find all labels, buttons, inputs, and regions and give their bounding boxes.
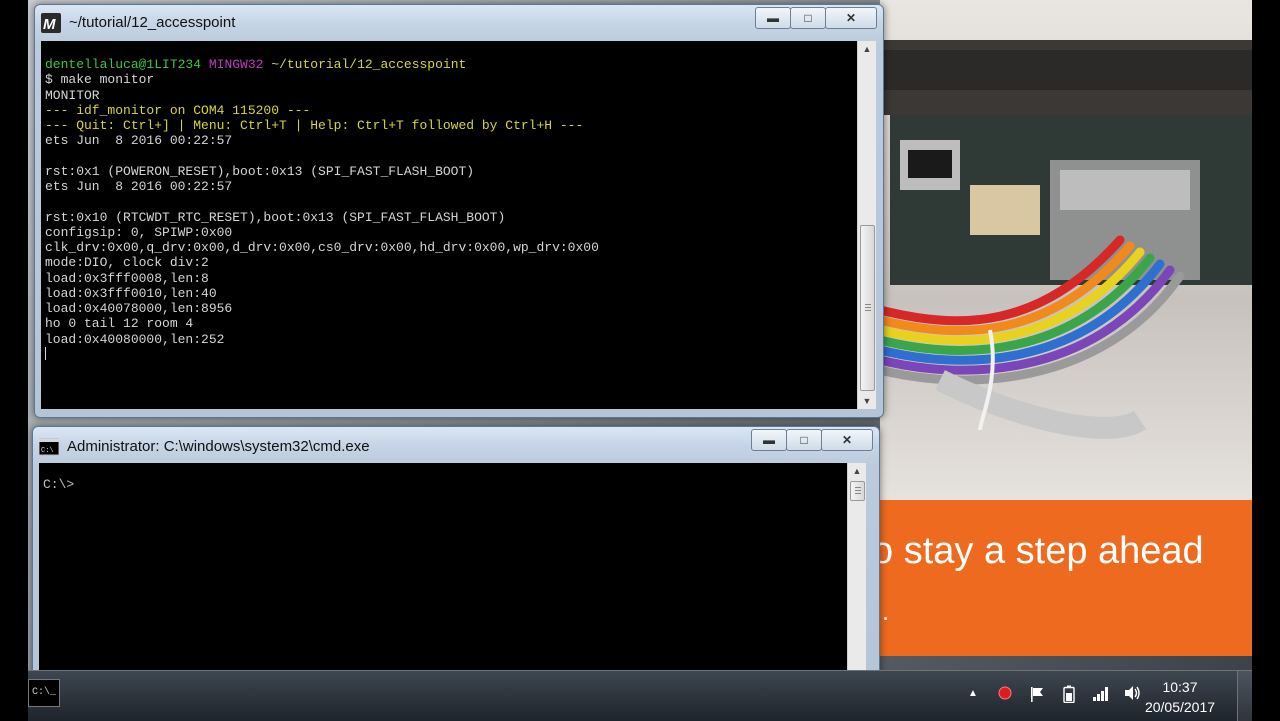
taskbar-cmd-button[interactable]: C:\_: [28, 679, 60, 707]
terminal-text: dentellaluca@1LIT234 MINGW32 ~/tutorial/…: [45, 57, 599, 362]
terminal-line: $ make monitor: [45, 72, 155, 88]
vertical-scrollbar[interactable]: ▲ ▼: [857, 41, 876, 409]
show-desktop-button[interactable]: [1237, 671, 1252, 721]
flag-icon[interactable]: [1028, 685, 1046, 703]
promo-text: o stay a step ahead: [880, 530, 1204, 572]
terminal-line: --- idf_monitor on COM4 115200 ---: [45, 102, 311, 118]
minimize-button[interactable]: ▬: [755, 7, 791, 29]
mingw-terminal-window[interactable]: M ~/tutorial/12_accesspoint ▬ □ ✕ dentel…: [34, 4, 884, 418]
prompt-env: MINGW32: [208, 57, 264, 72]
cmd-output[interactable]: C:\>: [39, 463, 847, 687]
terminal-output[interactable]: dentellaluca@1LIT234 MINGW32 ~/tutorial/…: [41, 41, 857, 409]
window-title: ~/tutorial/12_accesspoint: [69, 14, 236, 31]
svg-text:C:\: C:\: [41, 447, 54, 455]
battery-icon[interactable]: [1060, 685, 1078, 704]
scroll-up-icon[interactable]: ▲: [848, 463, 866, 479]
clock[interactable]: 10:37 20/05/2017: [1140, 677, 1220, 717]
close-button[interactable]: ✕: [821, 429, 873, 451]
letterbox-right: [1252, 0, 1280, 720]
promo-banner: o stay a step ahead .: [880, 500, 1252, 656]
scroll-up-icon[interactable]: ▲: [858, 41, 876, 57]
terminal-line: configsip: 0, SPIWP:0x00: [45, 224, 233, 240]
terminal-line: load:0x40078000,len:8956: [45, 301, 233, 316]
signal-icon[interactable]: [1092, 685, 1110, 703]
background-photo: [880, 0, 1252, 500]
close-button[interactable]: ✕: [825, 7, 877, 29]
system-tray: ▲: [964, 685, 1142, 704]
window-controls: ▬ □ ✕: [751, 429, 873, 451]
terminal-line: load:0x3fff0008,len:8: [45, 270, 209, 286]
cmd-icon: C:\: [39, 438, 59, 456]
terminal-line: ets Jun 8 2016 00:22:57: [45, 133, 233, 149]
letterbox-left: [0, 0, 28, 720]
maximize-button[interactable]: □: [786, 429, 822, 451]
clock-date: 20/05/2017: [1144, 699, 1216, 715]
scroll-down-icon[interactable]: ▼: [858, 393, 876, 409]
promo-subtext: .: [882, 596, 890, 626]
terminal-line: load:0x3fff0010,len:40: [45, 285, 217, 301]
taskbar: C:\_ ▲ 10:37 20/05/2017: [28, 670, 1252, 721]
vertical-scrollbar[interactable]: ▲: [847, 463, 866, 687]
clock-time: 10:37: [1162, 679, 1198, 695]
maximize-button[interactable]: □: [790, 7, 826, 29]
terminal-line: MONITOR: [45, 87, 100, 103]
terminal-line: load:0x40080000,len:252: [45, 331, 225, 347]
prompt-path: ~/tutorial/12_accesspoint: [271, 57, 467, 72]
titlebar[interactable]: C:\ Administrator: C:\windows\system32\c…: [33, 427, 879, 461]
cmd-window[interactable]: C:\ Administrator: C:\windows\system32\c…: [32, 426, 880, 688]
titlebar[interactable]: M ~/tutorial/12_accesspoint ▬ □ ✕: [35, 5, 883, 39]
show-hidden-icons-icon[interactable]: ▲: [964, 685, 982, 703]
window-title: Administrator: C:\windows\system32\cmd.e…: [67, 438, 370, 455]
prompt-user-host: dentellaluca@1LIT234: [45, 57, 202, 72]
svg-text:M: M: [43, 16, 56, 33]
terminal-line: --- Quit: Ctrl+] | Menu: Ctrl+T | Help: …: [45, 118, 584, 133]
scrollbar-thumb[interactable]: [860, 225, 875, 391]
terminal-line: clk_drv:0x00,q_drv:0x00,d_drv:0x00,cs0_d…: [45, 240, 599, 255]
minimize-button[interactable]: ▬: [751, 429, 787, 451]
terminal-line: ets Jun 8 2016 00:22:57: [45, 179, 233, 194]
mingw-icon: M: [41, 13, 61, 33]
terminal-line: rst:0x10 (RTCWDT_RTC_RESET),boot:0x13 (S…: [45, 209, 506, 225]
terminal-line: ho 0 tail 12 room 4: [45, 316, 194, 332]
terminal-line: rst:0x1 (POWERON_RESET),boot:0x13 (SPI_F…: [45, 163, 475, 179]
window-controls: ▬ □ ✕: [755, 7, 877, 29]
record-icon[interactable]: [996, 685, 1014, 703]
text-cursor: [45, 346, 46, 360]
scrollbar-thumb[interactable]: [850, 481, 865, 501]
terminal-line: mode:DIO, clock div:2: [45, 255, 209, 271]
cmd-prompt: C:\>: [43, 477, 75, 492]
